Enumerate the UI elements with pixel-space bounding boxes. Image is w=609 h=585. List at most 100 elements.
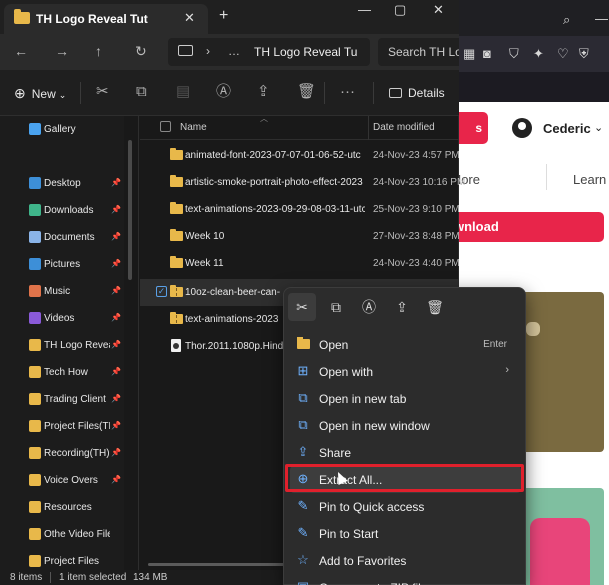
heart-icon[interactable]: ♡ bbox=[557, 47, 569, 61]
copy-icon[interactable]: ⧉ bbox=[322, 293, 350, 321]
context-menu-item[interactable]: ▣ Compress to ZIP file bbox=[290, 574, 521, 585]
row-checkbox[interactable]: ✓ bbox=[156, 286, 167, 297]
pin-icon[interactable]: 📌 bbox=[111, 178, 121, 187]
sidebar-item[interactable]: Recording(TH) 📌 bbox=[0, 444, 124, 464]
context-menu-item[interactable]: ⇪ Share bbox=[290, 439, 521, 466]
pin-icon[interactable]: 📌 bbox=[111, 340, 121, 349]
sidebar-item[interactable]: Voice Overs 📌 bbox=[0, 471, 124, 491]
sidebar-item[interactable]: Tech How 📌 bbox=[0, 363, 124, 383]
context-menu-item[interactable]: ✎ Pin to Start bbox=[290, 520, 521, 547]
new-button[interactable]: ⊕ New ⌄ bbox=[14, 85, 66, 102]
address-bar[interactable]: › … TH Logo Reveal Tu bbox=[168, 38, 370, 66]
details-button[interactable]: Details bbox=[389, 86, 445, 100]
share-icon[interactable]: ⇪ bbox=[257, 84, 270, 100]
sidebar-item[interactable]: Downloads 📌 bbox=[0, 201, 124, 221]
select-all-checkbox[interactable] bbox=[160, 121, 171, 132]
context-menu-label: Open bbox=[319, 338, 349, 352]
context-menu-item[interactable]: ⧉ Open in new tab bbox=[290, 385, 521, 412]
sidebar-item[interactable]: Othe Video Files bbox=[0, 525, 124, 545]
sidebar-item[interactable]: Project Files bbox=[0, 552, 124, 572]
pin-icon[interactable]: 📌 bbox=[111, 421, 121, 430]
pin-icon[interactable]: 📌 bbox=[111, 259, 121, 268]
context-menu-item[interactable]: ⧉ Open in new window bbox=[290, 412, 521, 439]
pin-icon[interactable]: 📌 bbox=[111, 313, 121, 322]
new-tab-button[interactable]: + bbox=[219, 8, 228, 24]
pin-icon[interactable]: 📌 bbox=[111, 205, 121, 214]
breadcrumb[interactable]: TH Logo Reveal Tu bbox=[254, 45, 357, 59]
divider bbox=[80, 82, 81, 104]
pin-icon[interactable]: 📌 bbox=[111, 475, 121, 484]
sidebar-item-label: Voice Overs bbox=[44, 475, 98, 486]
minimize-button[interactable]: — bbox=[358, 2, 371, 17]
context-menu-item[interactable]: Open Enter bbox=[290, 331, 521, 358]
explorer-tab[interactable]: TH Logo Reveal Tut ✕ bbox=[4, 4, 208, 34]
file-row[interactable]: Week 10 27-Nov-23 8:48 PM bbox=[140, 223, 460, 250]
search-box[interactable]: Search TH Logo bbox=[378, 38, 459, 66]
refresh-icon[interactable]: ↻ bbox=[135, 43, 147, 59]
more-locations-icon[interactable]: … bbox=[228, 44, 240, 58]
delete-icon[interactable]: 🗑 bbox=[297, 84, 316, 100]
camera-icon[interactable]: ◙ bbox=[483, 47, 491, 61]
context-menu-item[interactable]: ☆ Add to Favorites bbox=[290, 547, 521, 574]
close-window-button[interactable]: ✕ bbox=[433, 2, 444, 18]
download-button[interactable]: wnload bbox=[440, 212, 604, 242]
more-options-icon[interactable]: ··· bbox=[340, 84, 355, 100]
up-arrow-icon[interactable]: ↑ bbox=[95, 43, 102, 59]
context-menu: ✂ ⧉ Ⓐ ⇪ 🗑 Open Enter ⊞ Open with › ⧉ Open in new t… bbox=[283, 287, 526, 585]
sidebar-item[interactable]: Desktop 📌 bbox=[0, 174, 124, 194]
forward-arrow-icon[interactable]: → bbox=[55, 43, 69, 59]
horizontal-scrollbar[interactable] bbox=[148, 563, 284, 566]
cut-icon[interactable]: ✂ bbox=[288, 293, 316, 321]
sidebar-item[interactable]: TH Logo Reveal 📌 bbox=[0, 336, 124, 356]
close-tab-button[interactable]: ✕ bbox=[184, 10, 195, 26]
sidebar-item[interactable]: Gallery bbox=[0, 120, 124, 140]
shield-icon[interactable]: ⛉ bbox=[509, 47, 519, 61]
rename-icon[interactable]: Ⓐ bbox=[355, 293, 383, 321]
shield-check-icon[interactable]: ⛨ bbox=[579, 47, 589, 61]
pin-icon[interactable]: 📌 bbox=[111, 394, 121, 403]
chevron-down-icon[interactable]: ⌄ bbox=[594, 121, 603, 134]
sidebar-item[interactable]: Pictures 📌 bbox=[0, 255, 124, 275]
user-name[interactable]: Cederic bbox=[543, 121, 591, 136]
avatar[interactable] bbox=[512, 118, 532, 138]
grid-icon[interactable]: ▦ bbox=[463, 47, 475, 61]
sidebar-item[interactable]: Trading Client 📌 bbox=[0, 390, 124, 410]
minimize-icon[interactable]: — bbox=[595, 12, 608, 26]
pin-icon[interactable]: 📌 bbox=[111, 232, 121, 241]
chevron-right-icon[interactable]: › bbox=[206, 44, 210, 58]
search-icon[interactable]: ⌕ bbox=[563, 13, 570, 27]
search-input[interactable]: Search TH Logo bbox=[388, 45, 459, 59]
column-header-date[interactable]: Date modified bbox=[373, 122, 435, 133]
sidebar-scrollbar[interactable] bbox=[128, 140, 132, 280]
context-menu-item[interactable]: ✎ Pin to Quick access bbox=[290, 493, 521, 520]
sidebar-item[interactable]: Resources bbox=[0, 498, 124, 518]
share-icon[interactable]: ⇪ bbox=[388, 293, 416, 321]
copy-icon[interactable]: ⧉ bbox=[136, 84, 147, 100]
pin-icon[interactable]: 📌 bbox=[111, 367, 121, 376]
file-row[interactable]: text-animations-2023-09-29-08-03-11-utc 2… bbox=[140, 196, 460, 223]
sidebar-item[interactable]: Documents 📌 bbox=[0, 228, 124, 248]
sidebar-item[interactable]: Videos 📌 bbox=[0, 309, 124, 329]
back-arrow-icon[interactable]: ← bbox=[14, 43, 28, 59]
extension-icon[interactable]: ✦ bbox=[533, 47, 544, 61]
maximize-button[interactable]: ▢ bbox=[394, 2, 406, 18]
product-image[interactable] bbox=[520, 292, 604, 452]
column-divider[interactable] bbox=[368, 116, 369, 140]
pane-divider[interactable] bbox=[138, 116, 139, 570]
context-menu-item[interactable]: ⊞ Open with › bbox=[290, 358, 521, 385]
sidebar-item[interactable]: Music 📌 bbox=[0, 282, 124, 302]
file-row[interactable]: animated-font-2023-07-07-01-06-52-utc 24-… bbox=[140, 142, 460, 169]
file-row[interactable]: Week 11 24-Nov-23 4:40 PM bbox=[140, 250, 460, 277]
pin-icon[interactable]: 📌 bbox=[111, 286, 121, 295]
file-row[interactable]: artistic-smoke-portrait-photo-effect-202… bbox=[140, 169, 465, 196]
paste-icon[interactable]: ▤ bbox=[176, 84, 190, 100]
cut-icon[interactable]: ✂ bbox=[96, 84, 109, 100]
sidebar-item[interactable]: Project Files(TH 📌 bbox=[0, 417, 124, 437]
product-image[interactable] bbox=[520, 488, 604, 585]
column-header-name[interactable]: Name bbox=[180, 122, 207, 133]
rename-icon[interactable]: Ⓐ bbox=[216, 84, 231, 100]
tab-learn[interactable]: Learn bbox=[573, 172, 606, 187]
delete-icon[interactable]: 🗑 bbox=[421, 293, 449, 321]
pin-icon[interactable]: 📌 bbox=[111, 448, 121, 457]
folder-icon bbox=[29, 555, 41, 567]
